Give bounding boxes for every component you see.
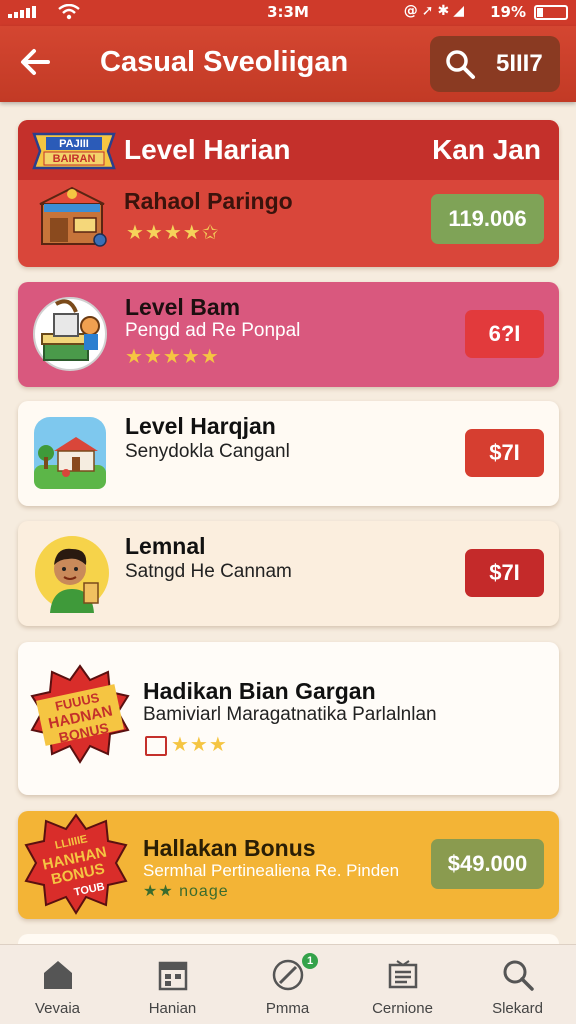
back-button[interactable]: [18, 44, 58, 84]
price-label: $7I: [489, 440, 520, 465]
price-button[interactable]: 6?I: [465, 310, 544, 358]
calendar-small-icon: [145, 735, 167, 756]
level-avatar-icon: [32, 294, 110, 379]
bonus-card-featured[interactable]: LLIIIIE HANHAN BONUS TOUB Hallakan Bonus…: [18, 811, 559, 919]
level-card-featured[interactable]: PAJIII BAIRAN Level Harian Kan Jan Rahao…: [18, 120, 559, 267]
card-subtitle: Bamiviarl Maragatnatika Parlalnlan: [143, 704, 437, 725]
price-button[interactable]: $49.000: [431, 839, 544, 889]
level-card[interactable]: Level Harqjan Senydokla Canganl $7I: [18, 401, 559, 506]
tab-list[interactable]: Cernione: [345, 945, 460, 1024]
card-header-right: Kan Jan: [432, 134, 541, 165]
status-icons: @➚✱◢: [404, 3, 468, 19]
location-icon: ➚: [421, 3, 438, 19]
battery-percent: 19%: [490, 3, 526, 21]
rating-row: ★★ noage: [143, 883, 229, 900]
card-title: Hadikan Bian Gargan: [143, 678, 376, 704]
price-label: $7I: [489, 560, 520, 585]
search-value: 5III7: [496, 50, 543, 77]
card-subtitle: Satngd He Cannam: [125, 561, 292, 582]
price-button[interactable]: $7I: [465, 549, 544, 597]
signal-small-icon: ◢: [453, 3, 468, 19]
notification-badge: 1: [302, 953, 318, 969]
rating-stars: ★★★: [171, 734, 228, 756]
card-subtitle: Pengd ad Re Ponpal: [125, 320, 301, 341]
bluetooth-icon: ✱: [437, 3, 454, 19]
card-title: Lemnal: [125, 533, 206, 559]
tab-label: Hanian: [148, 1000, 197, 1017]
bottom-tab-bar: Vevaia Hanian 1 Pmma Cernione Slekard: [0, 944, 576, 1024]
calendar-icon: [158, 961, 188, 991]
tab-daily[interactable]: Hanian: [115, 945, 230, 1024]
level-card[interactable]: Level Bam Pengd ad Re Ponpal ★★★★★ 6?I: [18, 282, 559, 387]
compass-icon: [272, 959, 304, 991]
card-title: Level Harqjan: [125, 413, 276, 439]
card-subtitle: Sermhal Pertinealiena Re. Pinden: [143, 861, 400, 880]
price-button[interactable]: $7I: [465, 429, 544, 477]
battery-icon: [534, 5, 568, 20]
alarm-icon: @: [403, 3, 422, 19]
price-label: 119.006: [448, 206, 527, 231]
card-subtitle: Senydokla Canganl: [125, 441, 290, 462]
bonus-card[interactable]: FUUUS HADNAN BONUS Hadikan Bian Gargan B…: [18, 642, 559, 795]
search-icon: [503, 960, 534, 991]
page-title: Casual Sveoliigan: [100, 46, 349, 78]
shop-icon: [34, 184, 110, 255]
badge-line-2: BAIRAN: [53, 153, 96, 165]
card-title: Hallakan Bonus: [143, 835, 316, 861]
next-card-peek: [18, 934, 559, 944]
badge-line-1: PAJIII: [59, 138, 89, 150]
price-button[interactable]: 119.006: [431, 194, 544, 244]
tab-home[interactable]: Vevaia: [0, 945, 115, 1024]
tab-label: Slekard: [492, 1000, 543, 1017]
tab-explore[interactable]: 1 Pmma: [230, 945, 345, 1024]
village-icon: [32, 415, 108, 496]
character-avatar-icon: [32, 533, 112, 618]
home-icon: [44, 961, 72, 989]
tab-label: Cernione: [372, 1000, 433, 1017]
card-title: Level Bam: [125, 294, 241, 320]
tab-search[interactable]: Slekard: [460, 945, 575, 1024]
bonus-badge-icon: FUUUS HADNAN BONUS: [30, 662, 130, 777]
daily-badge-icon: PAJIII BAIRAN: [30, 128, 118, 179]
price-label: $49.000: [447, 851, 528, 876]
card-header-title: Level Harian: [124, 134, 291, 165]
bonus-badge-icon: LLIIIIE HANHAN BONUS TOUB: [22, 813, 130, 919]
rating-stars-filled: ★★★★★: [125, 346, 220, 368]
card-title: Rahaol Paringo: [124, 188, 293, 214]
rating-stars: ★★★★✩: [126, 222, 220, 244]
app-bar: Casual Sveoliigan 5III7: [0, 26, 576, 102]
tab-label: Vevaia: [34, 1000, 81, 1017]
list-icon: [388, 960, 418, 989]
tab-label: Pmma: [265, 1000, 310, 1017]
search-button[interactable]: 5III7: [430, 36, 560, 92]
price-label: 6?I: [488, 321, 521, 346]
back-arrow-icon: [21, 49, 50, 75]
rating-row: ★★★: [145, 732, 228, 757]
level-card[interactable]: Lemnal Satngd He Cannam $7I: [18, 521, 559, 626]
search-icon: [444, 48, 476, 85]
rating-stars: ★★★★★: [125, 344, 220, 369]
status-bar: 3:3M @➚✱◢ 19%: [0, 0, 576, 26]
